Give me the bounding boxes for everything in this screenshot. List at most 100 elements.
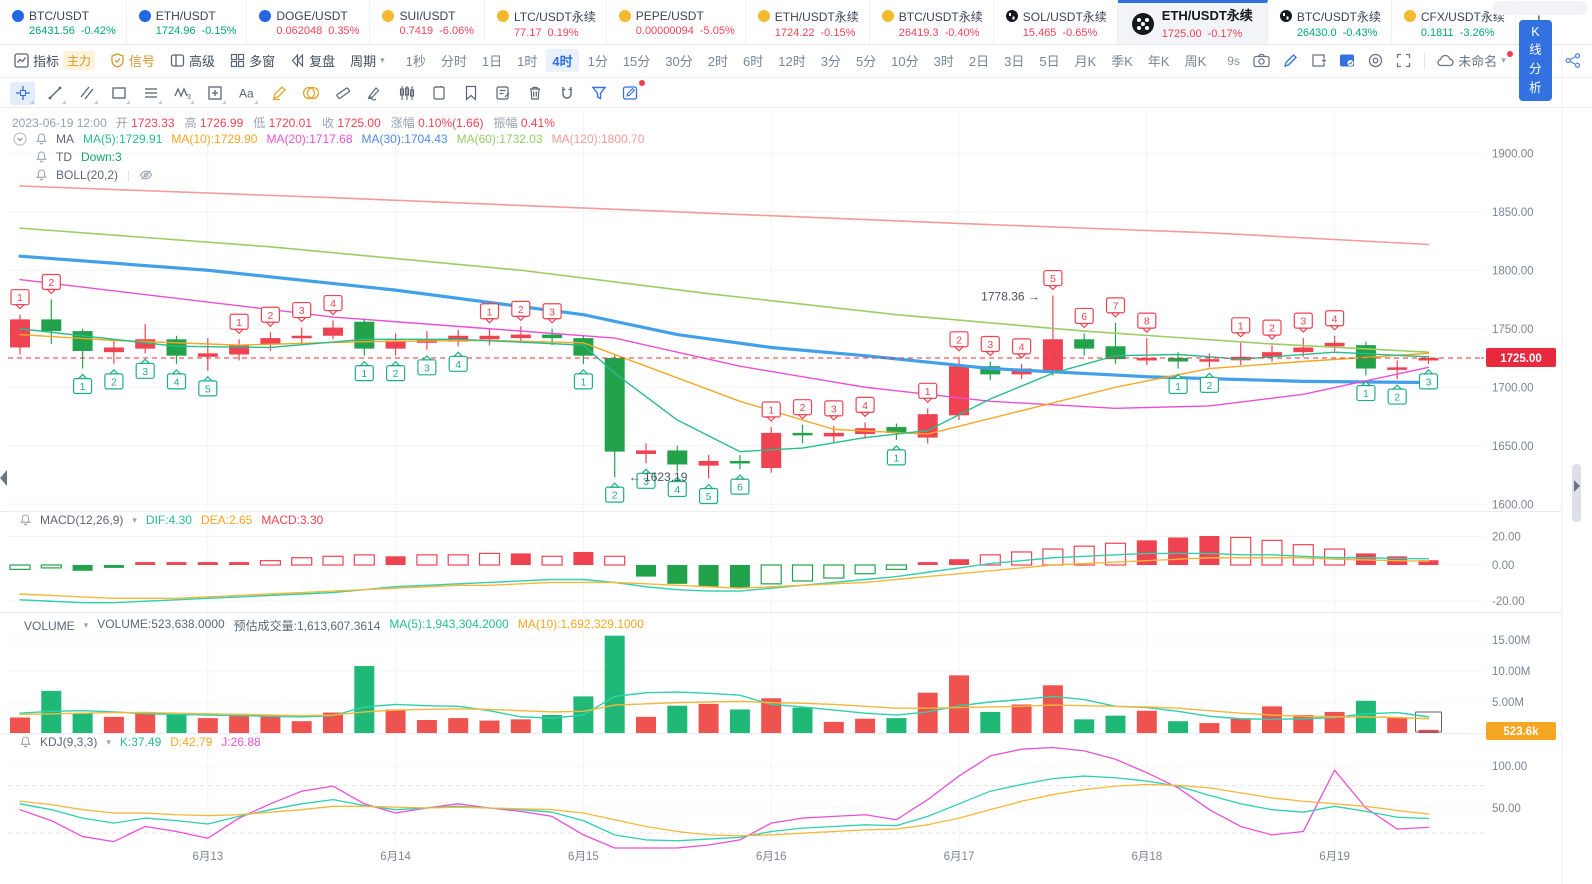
- td-indicator-row: TD Down:3: [36, 150, 122, 164]
- td-label[interactable]: TD: [56, 150, 72, 164]
- elliott-wave-tool[interactable]: 3: [170, 82, 195, 105]
- timeframe-30分[interactable]: 30分: [659, 49, 698, 72]
- filter-tool[interactable]: [586, 82, 611, 105]
- svg-text:6: 6: [737, 482, 743, 494]
- timeframe-1分[interactable]: 1分: [582, 49, 614, 72]
- period-dropdown[interactable]: 周期 ▾: [350, 51, 385, 70]
- chevron-down-icon[interactable]: ▾: [106, 737, 111, 748]
- alert-bell-icon[interactable]: [20, 736, 31, 748]
- brush-tool[interactable]: [362, 82, 387, 105]
- symbol-tab-DOGE/USDT[interactable]: DOGE/USDT 0.062048 0.35%: [247, 0, 371, 44]
- trash-tool[interactable]: [522, 82, 547, 105]
- svg-text:1750.00: 1750.00: [1492, 324, 1534, 336]
- magnet-tool[interactable]: [554, 82, 579, 105]
- eye-off-icon[interactable]: [139, 169, 153, 181]
- timeframe-年K[interactable]: 年K: [1142, 49, 1176, 72]
- symbol-tab-SOL/USDT永续[interactable]: SOL/USDT永续 15.465 -0.65%: [994, 0, 1118, 44]
- lock-tool[interactable]: [426, 82, 451, 105]
- svg-text:6月19: 6月19: [1319, 851, 1350, 863]
- tab-change: -0.42%: [80, 25, 116, 37]
- timeframe-6时[interactable]: 6时: [737, 49, 769, 72]
- timeframe-5分[interactable]: 5分: [850, 49, 882, 72]
- symbol-tab-ETH/USDT[interactable]: ETH/USDT 1724.96 -0.15%: [127, 0, 248, 44]
- volume-label[interactable]: VOLUME: [24, 619, 75, 633]
- symbol-tab-ETH/USDT永续[interactable]: ETH/USDT永续 1724.22 -0.15%: [746, 0, 870, 44]
- svg-text:6月15: 6月15: [568, 851, 599, 863]
- symbol-tab-LTC/USDT永续[interactable]: LTC/USDT永续 77.17 0.19%: [485, 0, 607, 44]
- timeframe-3分[interactable]: 3分: [815, 49, 847, 72]
- timeframe-10分[interactable]: 10分: [885, 49, 924, 72]
- kdj-value: K:37.49: [119, 735, 162, 749]
- alert-bell-icon[interactable]: [36, 169, 47, 181]
- svg-text:6: 6: [1081, 311, 1087, 323]
- indicator-button[interactable]: 指标 主力: [14, 51, 96, 70]
- alert-bell-icon[interactable]: [36, 133, 47, 145]
- replay-button[interactable]: 复盘: [290, 51, 335, 70]
- timeframe-2日[interactable]: 2日: [963, 49, 995, 72]
- svg-text:1725.00: 1725.00: [1500, 353, 1542, 365]
- svg-text:5.00M: 5.00M: [1492, 697, 1524, 709]
- svg-text:4: 4: [862, 400, 868, 412]
- collapse-chevron-icon[interactable]: [13, 132, 27, 146]
- ma-label[interactable]: MA: [56, 132, 74, 146]
- timeframe-季K[interactable]: 季K: [1105, 49, 1139, 72]
- fib-circles-icon: [302, 85, 320, 101]
- timeframe-12时[interactable]: 12时: [772, 49, 811, 72]
- symbol-tab-SUI/USDT[interactable]: SUI/USDT 0.7419 -6.06%: [370, 0, 485, 44]
- multi-window-button[interactable]: 多窗: [230, 51, 275, 70]
- timeframe-1秒[interactable]: 1秒: [400, 49, 432, 72]
- rectangle-tool[interactable]: [106, 82, 131, 105]
- timeframe-1日[interactable]: 1日: [476, 49, 508, 72]
- boll-label[interactable]: BOLL(20,2): [56, 168, 118, 182]
- symbol-tab-BTC/USDT永续[interactable]: BTC/USDT永续 26419.3 -0.40%: [870, 0, 994, 44]
- symbol-tab-BTC/USDT[interactable]: BTC/USDT 26431.56 -0.42%: [0, 0, 127, 44]
- timeframe-月K[interactable]: 月K: [1069, 49, 1103, 72]
- macd-label[interactable]: MACD(12,26,9): [40, 513, 123, 527]
- fib-circles-tool[interactable]: [298, 82, 323, 105]
- bookmark-tool[interactable]: [458, 82, 483, 105]
- main-force-badge[interactable]: 主力: [63, 51, 96, 70]
- highlighter-tool[interactable]: [266, 82, 291, 105]
- draw-edit-tool[interactable]: [618, 79, 645, 105]
- save-layout-button[interactable]: 未命名 ▾: [1437, 51, 1512, 70]
- alert-bell-icon[interactable]: [20, 514, 31, 526]
- advanced-button[interactable]: 高级: [170, 51, 215, 70]
- pattern-tool[interactable]: [394, 82, 419, 105]
- exchange-icon: [138, 10, 151, 22]
- layout-icon[interactable]: [1339, 53, 1355, 68]
- crosshair-tool[interactable]: [10, 81, 35, 105]
- parallel-lines-tool[interactable]: [74, 82, 99, 105]
- timeframe-5日[interactable]: 5日: [1033, 49, 1065, 72]
- timeframe-3时[interactable]: 3时: [928, 49, 960, 72]
- symbol-tab-PEPE/USDT[interactable]: PEPE/USDT 0.00000094 -5.05%: [607, 0, 746, 44]
- add-frame-icon[interactable]: [1311, 53, 1326, 68]
- order-note-tool[interactable]: [490, 82, 515, 105]
- signal-button[interactable]: 信号: [110, 51, 155, 70]
- draw-pencil-icon[interactable]: [1283, 53, 1298, 68]
- timeframe-list: 1秒 分时 1日 1时 4时 1分 15分 30分 2时 6时 12时 3分 5分 10分 3时 2日 3日 5日…: [400, 49, 1213, 72]
- fullscreen-icon[interactable]: [1396, 53, 1411, 68]
- chevron-down-icon[interactable]: ▾: [132, 515, 137, 526]
- text-tool[interactable]: Aa: [234, 82, 259, 105]
- timeframe-2时[interactable]: 2时: [702, 49, 734, 72]
- add-frame-tool[interactable]: [202, 82, 227, 105]
- trend-line-tool[interactable]: [42, 82, 67, 105]
- candle-countdown: 9s: [1227, 53, 1240, 68]
- chevron-down-icon[interactable]: ▾: [84, 620, 89, 631]
- alert-bell-icon[interactable]: [36, 151, 47, 163]
- share-icon[interactable]: [1565, 53, 1581, 68]
- timeframe-3日[interactable]: 3日: [998, 49, 1030, 72]
- timeframe-分时[interactable]: 分时: [435, 49, 473, 72]
- timeframe-15分[interactable]: 15分: [617, 49, 656, 72]
- tab-change: 0.19%: [547, 26, 579, 39]
- order-note-icon: [495, 85, 511, 101]
- timeframe-1时[interactable]: 1时: [511, 49, 543, 72]
- macd-layer: [9, 536, 1439, 604]
- horizontal-lines-tool[interactable]: [138, 82, 163, 105]
- kdj-label[interactable]: KDJ(9,3,3): [40, 735, 97, 749]
- screenshot-icon[interactable]: [1253, 53, 1270, 68]
- timeframe-周K[interactable]: 周K: [1179, 49, 1213, 72]
- timeframe-4时[interactable]: 4时: [546, 49, 579, 72]
- settings-icon[interactable]: [1368, 53, 1383, 68]
- ruler-tool[interactable]: [330, 82, 355, 105]
